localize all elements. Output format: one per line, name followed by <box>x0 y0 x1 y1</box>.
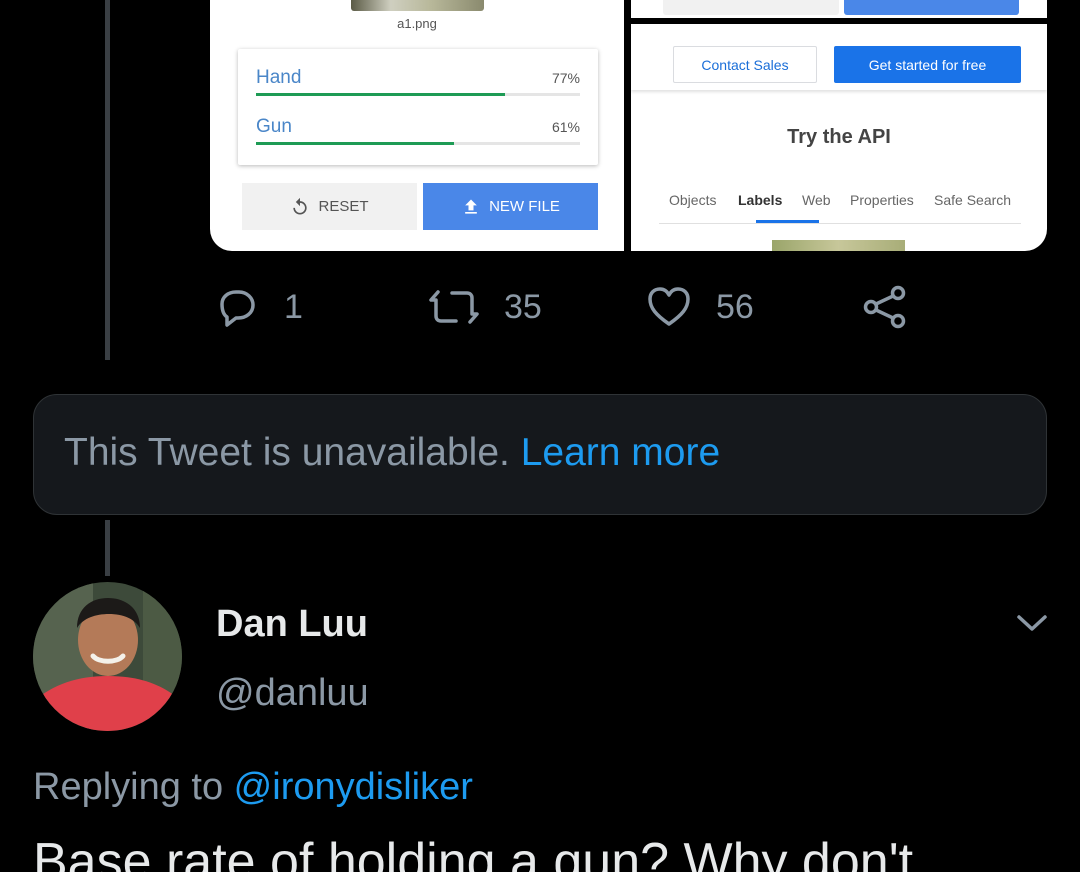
tweet-media-card[interactable]: a1.png Hand 77% Gun 61% RESET NEW FILE C… <box>210 0 1047 251</box>
reset-icon <box>293 197 308 214</box>
reset-button[interactable]: RESET <box>242 183 417 230</box>
reply-icon <box>220 290 255 327</box>
tab-properties[interactable]: Properties <box>850 192 914 208</box>
tab-objects[interactable]: Objects <box>669 192 716 208</box>
avatar-photo <box>33 582 182 731</box>
like-action[interactable]: 56 <box>646 284 754 330</box>
unavailable-tweet-card: This Tweet is unavailable. Learn more <box>33 394 1047 515</box>
label-row-hand: Hand 77% <box>256 67 580 97</box>
active-tab-indicator <box>756 220 819 223</box>
learn-more-link[interactable]: Learn more <box>521 431 720 474</box>
try-api-title: Try the API <box>787 126 891 148</box>
api-tabs: Objects Labels Web Properties Safe Searc… <box>659 188 1021 224</box>
cropped-button <box>844 0 1019 15</box>
contact-sales-button[interactable]: Contact Sales <box>673 46 817 83</box>
confidence-bar <box>256 93 580 96</box>
label-percent: 61% <box>551 119 580 135</box>
display-name[interactable]: Dan Luu <box>216 603 368 646</box>
retweet-icon <box>429 290 479 324</box>
like-count: 56 <box>716 287 754 326</box>
tab-web[interactable]: Web <box>802 192 831 208</box>
label-percent: 77% <box>551 70 580 86</box>
media-right-pane: Contact Sales Get started for free Try t… <box>631 0 1047 251</box>
cta-bar: Contact Sales Get started for free <box>631 26 1047 90</box>
uploaded-image-thumbnail <box>351 0 484 11</box>
label-row-gun: Gun 61% <box>256 116 580 146</box>
confidence-bar-fill <box>256 142 454 145</box>
new-file-button[interactable]: NEW FILE <box>423 183 598 230</box>
label-name: Hand <box>256 67 302 88</box>
get-started-button[interactable]: Get started for free <box>834 46 1021 83</box>
confidence-bar-fill <box>256 93 506 96</box>
image-preview-peek <box>772 240 905 251</box>
thread-line-top <box>105 0 110 360</box>
share-action[interactable] <box>862 284 908 330</box>
unavailable-message: This Tweet is unavailable. Learn more <box>64 431 720 475</box>
reset-label: RESET <box>318 198 369 215</box>
replying-prefix: Replying to <box>33 766 234 808</box>
tab-labels[interactable]: Labels <box>738 192 782 208</box>
user-handle[interactable]: @danluu <box>216 672 369 715</box>
unavailable-text: This Tweet is unavailable. <box>64 431 521 474</box>
reply-count: 1 <box>284 287 303 326</box>
replying-to-line: Replying to @ironydisliker <box>33 766 473 809</box>
thread-line-bottom <box>105 520 110 576</box>
tab-safe-search[interactable]: Safe Search <box>934 192 1011 208</box>
avatar[interactable] <box>33 582 182 731</box>
pane-divider <box>631 18 1047 24</box>
label-name: Gun <box>256 116 292 137</box>
mention-link[interactable]: @ironydisliker <box>234 766 473 808</box>
share-icon <box>863 285 906 329</box>
new-file-label: NEW FILE <box>489 198 560 215</box>
retweet-count: 35 <box>504 287 542 326</box>
chevron-down-icon[interactable] <box>1015 608 1049 638</box>
confidence-bar <box>256 142 580 145</box>
media-left-pane: a1.png Hand 77% Gun 61% RESET NEW FILE <box>210 0 624 251</box>
retweet-action[interactable]: 35 <box>428 284 542 330</box>
cropped-button <box>663 0 839 15</box>
reply-action[interactable]: 1 <box>214 284 303 330</box>
tweet-text: Base rate of holding a gun? Why don't <box>33 833 914 872</box>
heart-icon <box>648 287 690 326</box>
label-results-box: Hand 77% Gun 61% <box>238 49 598 165</box>
upload-icon <box>465 199 477 214</box>
uploaded-filename: a1.png <box>397 16 437 31</box>
